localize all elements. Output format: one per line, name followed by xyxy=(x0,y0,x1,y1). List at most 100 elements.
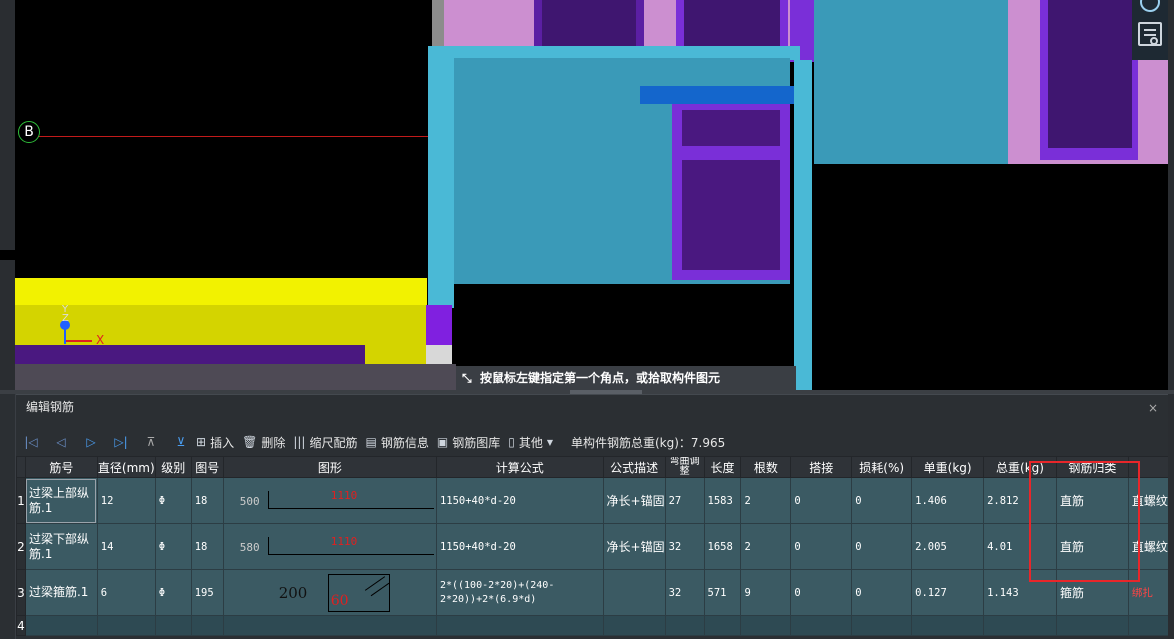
header-grade[interactable]: 级别 xyxy=(154,456,192,478)
panel-close-button[interactable]: × xyxy=(1148,396,1158,420)
move-up-button[interactable]: ⊼ xyxy=(136,430,166,454)
empty-cell[interactable] xyxy=(983,615,1057,636)
bar-name-cell[interactable]: 过梁箍筋.1 xyxy=(24,569,98,616)
loss-cell[interactable]: 0 xyxy=(851,523,913,570)
header-bend-adjust[interactable]: 弯曲调整 xyxy=(664,456,705,478)
last-record-button[interactable]: ▷| xyxy=(106,430,136,454)
count-cell[interactable]: 9 xyxy=(740,569,792,616)
rebar-table: 筋号 直径(mm) 级别 图号 图形 计算公式 公式描述 弯曲调整 长度 根数 … xyxy=(16,456,1170,636)
lap-cell[interactable]: 0 xyxy=(790,569,853,616)
formula-cell[interactable]: 1150+40*d-20 xyxy=(435,477,604,524)
empty-cell[interactable] xyxy=(740,615,792,636)
grey-column-block xyxy=(426,345,452,365)
bar-name-cell[interactable]: 过梁下部纵筋.1 xyxy=(24,523,98,570)
bend-cell[interactable]: 32 xyxy=(664,523,705,570)
shape-left-dim: 500 xyxy=(239,495,260,508)
shape-top-dim: 1110 xyxy=(330,535,358,548)
next-record-button[interactable]: ▷ xyxy=(76,430,106,454)
unit-weight-cell[interactable]: 1.406 xyxy=(911,477,985,524)
grade-cell[interactable]: Φ xyxy=(154,523,192,570)
shape-cell[interactable]: 200 60 xyxy=(222,569,437,616)
grid-axis-b-label: B xyxy=(18,121,40,143)
loss-cell[interactable]: 0 xyxy=(851,477,913,524)
count-cell[interactable]: 2 xyxy=(740,523,792,570)
empty-cell[interactable] xyxy=(222,615,437,636)
opening-void xyxy=(454,284,794,364)
empty-cell[interactable] xyxy=(96,615,156,636)
bend-cell[interactable]: 27 xyxy=(664,477,705,524)
diameter-cell[interactable]: 12 xyxy=(96,477,156,524)
prev-record-button[interactable]: ◁ xyxy=(46,430,76,454)
view-cube-icon[interactable] xyxy=(1140,0,1160,12)
right-dock-strip xyxy=(1168,0,1174,394)
grade-cell[interactable]: Φ xyxy=(154,569,192,616)
empty-cell[interactable] xyxy=(154,615,192,636)
rebar-info-button[interactable]: ▤ 钢筋信息 xyxy=(365,430,428,454)
trash-icon: 🗑 xyxy=(242,435,258,449)
unit-weight-cell[interactable]: 0.127 xyxy=(911,569,985,616)
diameter-cell[interactable]: 6 xyxy=(96,569,156,616)
empty-cell[interactable] xyxy=(1055,615,1129,636)
lap-cell[interactable]: 0 xyxy=(790,477,853,524)
formula-desc-cell[interactable]: 净长+锚固 xyxy=(602,477,666,524)
figure-no-cell[interactable]: 195 xyxy=(190,569,224,616)
empty-cell[interactable] xyxy=(911,615,985,636)
empty-cell[interactable] xyxy=(1127,615,1170,636)
table-row[interactable]: 1 过梁上部纵筋.1 12 Φ 18 500 1110 1150+40*d-20… xyxy=(16,477,1170,524)
table-row[interactable]: 2 过梁下部纵筋.1 14 Φ 18 580 1110 1150+40*d-20… xyxy=(16,523,1170,570)
table-row[interactable]: 3 过梁箍筋.1 6 Φ 195 200 60 2*((100-2*20)+(2… xyxy=(16,569,1170,616)
shape-cell[interactable]: 500 1110 xyxy=(222,477,437,524)
bar-name-cell[interactable]: 过梁上部纵筋.1 xyxy=(24,477,98,524)
header-formula[interactable]: 计算公式 xyxy=(435,456,604,478)
header-bar-no[interactable]: 筋号 xyxy=(24,456,98,478)
row-number: 2 xyxy=(16,523,26,570)
formula-cell[interactable]: 2*((100-2*20)+(240-2*20))+2*(6.9*d) xyxy=(435,569,604,616)
loss-cell[interactable]: 0 xyxy=(851,569,913,616)
delete-button[interactable]: 🗑 删除 xyxy=(242,430,285,454)
shape-hook xyxy=(267,537,269,555)
insert-button[interactable]: ⊞ 插入 xyxy=(196,430,234,454)
header-unit-weight[interactable]: 单重(kg) xyxy=(911,456,985,478)
annotation-highlight-box xyxy=(1029,461,1140,582)
formula-desc-cell[interactable] xyxy=(602,569,666,616)
shape-cell[interactable]: 580 1110 xyxy=(222,523,437,570)
empty-cell[interactable] xyxy=(190,615,224,636)
empty-cell[interactable] xyxy=(703,615,742,636)
count-cell[interactable]: 2 xyxy=(740,477,792,524)
rebar-library-button[interactable]: ▣ 钢筋图库 xyxy=(437,430,500,454)
3d-viewport[interactable]: B X Y Z ⤡ 按鼠标左键指定第一个角点，或拾取构件图元 xyxy=(0,0,1174,394)
header-figure-no[interactable]: 图号 xyxy=(190,456,224,478)
diameter-cell[interactable]: 14 xyxy=(96,523,156,570)
header-lap[interactable]: 搭接 xyxy=(790,456,853,478)
move-down-button[interactable]: ⊻ xyxy=(166,430,196,454)
formula-desc-cell[interactable]: 净长+锚固 xyxy=(602,523,666,570)
header-shape[interactable]: 图形 xyxy=(222,456,437,478)
length-cell[interactable]: 571 xyxy=(703,569,742,616)
figure-no-cell[interactable]: 18 xyxy=(190,523,224,570)
empty-cell[interactable] xyxy=(602,615,666,636)
grade-cell[interactable]: Φ xyxy=(154,477,192,524)
empty-cell[interactable] xyxy=(24,615,98,636)
empty-cell[interactable] xyxy=(851,615,913,636)
table-row-empty[interactable]: 4 xyxy=(16,615,1170,636)
empty-cell[interactable] xyxy=(435,615,604,636)
view-settings-icon[interactable] xyxy=(1138,22,1162,46)
unit-weight-cell[interactable]: 2.005 xyxy=(911,523,985,570)
header-formula-desc[interactable]: 公式描述 xyxy=(602,456,666,478)
header-count[interactable]: 根数 xyxy=(740,456,792,478)
formula-cell[interactable]: 1150+40*d-20 xyxy=(435,523,604,570)
figure-no-cell[interactable]: 18 xyxy=(190,477,224,524)
empty-cell[interactable] xyxy=(664,615,705,636)
length-cell[interactable]: 1583 xyxy=(703,477,742,524)
header-loss[interactable]: 损耗(%) xyxy=(851,456,913,478)
shape-top-dim: 1110 xyxy=(330,489,358,502)
empty-cell[interactable] xyxy=(790,615,853,636)
scale-rebar-button[interactable]: ||| 缩尺配筋 xyxy=(293,430,357,454)
header-diameter[interactable]: 直径(mm) xyxy=(96,456,156,478)
lap-cell[interactable]: 0 xyxy=(790,523,853,570)
bend-cell[interactable]: 32 xyxy=(664,569,705,616)
other-dropdown[interactable]: ▯ 其他 ▼ xyxy=(508,430,557,454)
length-cell[interactable]: 1658 xyxy=(703,523,742,570)
header-length[interactable]: 长度 xyxy=(703,456,742,478)
first-record-button[interactable]: |◁ xyxy=(16,430,46,454)
